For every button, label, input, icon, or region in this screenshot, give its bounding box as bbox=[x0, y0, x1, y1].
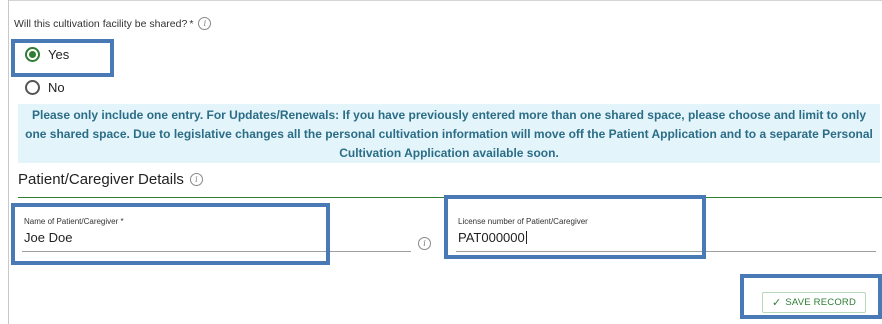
info-icon[interactable]: i bbox=[418, 237, 431, 250]
section-title: Patient/Caregiver Details i bbox=[18, 171, 203, 188]
radio-no-label: No bbox=[48, 80, 65, 95]
notice-text: Please only include one entry. For Updat… bbox=[25, 108, 873, 160]
radio-option-no[interactable]: No bbox=[25, 80, 65, 95]
radio-unchecked-icon[interactable] bbox=[25, 80, 40, 95]
highlight-box-yes bbox=[11, 39, 114, 77]
highlight-box-save bbox=[740, 274, 882, 319]
notice-banner: Please only include one entry. For Updat… bbox=[18, 104, 880, 163]
required-mark: * bbox=[189, 17, 194, 30]
frame-top-border bbox=[8, 0, 882, 1]
info-icon[interactable]: i bbox=[189, 173, 203, 186]
shared-facility-question: Will this cultivation facility be shared… bbox=[14, 17, 212, 30]
highlight-box-license bbox=[444, 195, 706, 259]
info-icon[interactable]: i bbox=[198, 17, 212, 30]
question-label: Will this cultivation facility be shared… bbox=[14, 17, 188, 30]
section-title-label: Patient/Caregiver Details bbox=[18, 171, 184, 188]
highlight-box-name bbox=[11, 203, 330, 265]
frame-left-border bbox=[8, 0, 9, 324]
